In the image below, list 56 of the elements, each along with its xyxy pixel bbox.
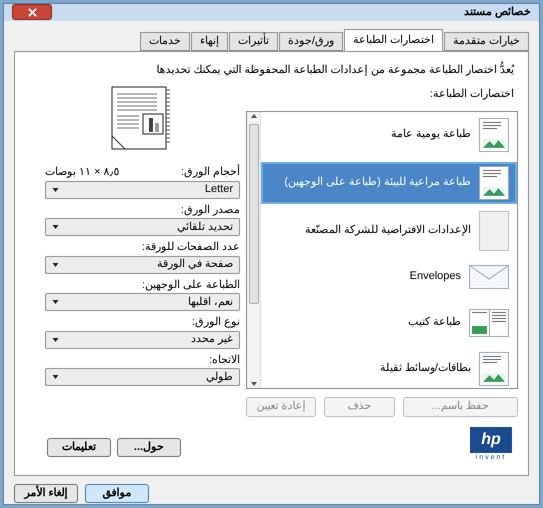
tab[interactable]: إنهاء (190, 32, 228, 50)
document-icon (479, 118, 509, 152)
caret-icon (52, 188, 59, 192)
document-icon (479, 166, 509, 200)
dialog-button[interactable]: إلغاء الأمر (14, 484, 78, 503)
dropdown[interactable]: طولي (45, 368, 240, 386)
dropdown[interactable]: Letter (45, 180, 240, 198)
shortcut-item[interactable]: طباعة يومية عامة (261, 116, 517, 154)
shortcut-label: الإعدادات الافتراضية للشركة المصنّعة (304, 223, 471, 238)
tab[interactable]: خيارات متقدمة (444, 32, 529, 50)
setting-label: عدد الصفحات للورقة: (142, 240, 240, 255)
shortcuts-label: اختصارات الطباعة: (428, 87, 515, 102)
shortcut-label: طباعة كتيب (408, 315, 461, 330)
shortcut-item[interactable]: طباعة كتيب (261, 304, 517, 342)
shortcut-label: Envelopes (410, 269, 461, 284)
caret-icon (52, 262, 59, 266)
shortcut-item[interactable]: بطاقات/وسائط ثقيلة (261, 350, 517, 388)
shortcut-label: طباعة مراعية للبيئة (طباعة على الوجهين) (284, 175, 471, 190)
dropdown[interactable]: تحديد تلقائي (45, 218, 240, 236)
scrollbar[interactable] (247, 112, 261, 388)
tab[interactable]: اختصارات الطباعة (344, 28, 443, 50)
document-icon (479, 352, 509, 386)
setting-label: مصدر الورق: (180, 202, 240, 218)
scroll-thumb[interactable] (248, 124, 258, 304)
dropdown[interactable]: غير محدد (45, 330, 240, 348)
setting-label: نوع الورق: (192, 315, 240, 330)
envelope-icon (469, 264, 509, 288)
panel-button[interactable]: تعليمات (47, 438, 111, 457)
window-title: خصائص مستند (464, 5, 531, 20)
booklet-icon (469, 308, 509, 336)
shortcut-label: بطاقات/وسائط ثقيلة (380, 361, 471, 376)
dropdown[interactable]: نعم، اقلبها (45, 293, 240, 311)
tab[interactable]: خدمات (140, 32, 190, 50)
description-text: يُعدُّ اختصار الطباعة مجموعة من إعدادات الطباعة المحفوظة التي يمكنك تحديدها (155, 62, 516, 78)
caret-icon (52, 338, 59, 342)
dropdown[interactable]: صفحة في الورقة (45, 256, 240, 274)
paper-size-note: ٨٫٥ × ١١ بوصات (45, 165, 120, 180)
tab[interactable]: تأثيرات (228, 32, 278, 50)
dialog-button[interactable]: موافق (85, 484, 149, 503)
caret-icon (52, 300, 59, 304)
panel-button[interactable]: حول... (117, 438, 181, 457)
close-button[interactable] (12, 4, 52, 20)
shortcut-item[interactable]: طباعة مراعية للبيئة (طباعة على الوجهين) (261, 162, 517, 204)
setting-label: الطباعة على الوجهين: (142, 278, 240, 293)
setting-label: أحجام الورق: (180, 164, 240, 180)
scroll-up-icon (250, 114, 256, 118)
tab[interactable]: ورق/جودة (278, 32, 343, 50)
setting-label: الاتجاه: (208, 352, 240, 368)
shortcut-item[interactable]: Envelopes (261, 258, 517, 296)
caret-icon (52, 225, 59, 229)
caret-icon (52, 375, 59, 379)
scroll-down-icon (250, 382, 256, 386)
blank-page-icon (479, 210, 509, 250)
close-icon (28, 8, 36, 17)
shortcut-label: طباعة يومية عامة (390, 127, 471, 142)
shortcut-item[interactable]: الإعدادات الافتراضية للشركة المصنّعة (261, 212, 517, 250)
